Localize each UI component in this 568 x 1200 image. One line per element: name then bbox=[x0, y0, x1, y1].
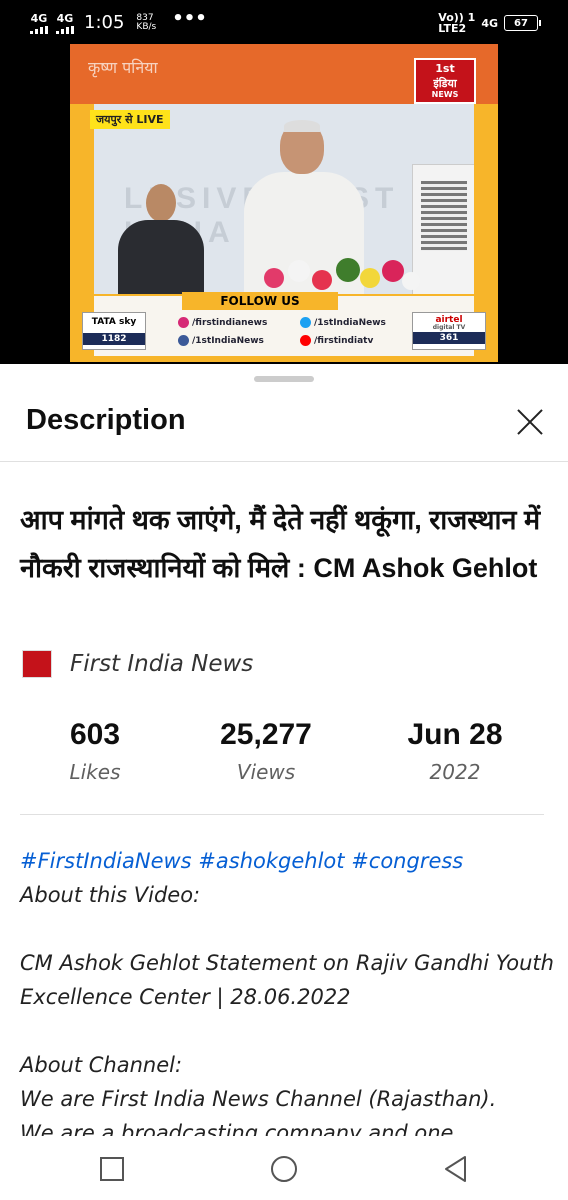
social-instagram: /firstindianews bbox=[192, 318, 268, 328]
divider bbox=[0, 461, 568, 462]
likes-label: Likes bbox=[69, 760, 121, 784]
sim1-label: 4G bbox=[30, 12, 48, 25]
date-stat: Jun 28 2022 bbox=[375, 718, 535, 784]
frame-brand-text: कृष्ण पनिया bbox=[88, 58, 158, 77]
status-bar: 4G 4G 1:05 837 KB/s ••• Vo)) 1 LTE2 4G 6… bbox=[0, 0, 568, 42]
signal-sim2-icon: 4G bbox=[56, 12, 74, 34]
twitter-icon bbox=[300, 317, 311, 328]
tata-sky-label: TATA sky bbox=[91, 317, 137, 327]
social-twitter: /1stIndiaNews bbox=[314, 318, 386, 328]
social-facebook: /1stIndiaNews bbox=[192, 336, 264, 346]
about-channel-label: About Channel: bbox=[20, 1053, 183, 1077]
airtel-sub: digital TV bbox=[432, 324, 466, 331]
network-type: 4G bbox=[481, 16, 498, 30]
description-body: #FirstIndiaNews #ashokgehlot #congress A… bbox=[20, 844, 560, 1150]
logo-line2: इंडिया bbox=[433, 77, 457, 90]
more-notifications-icon: ••• bbox=[172, 8, 207, 29]
channel-row[interactable]: First India News bbox=[22, 650, 253, 678]
tata-sky-number: 1182 bbox=[83, 333, 145, 345]
social-youtube: /firstindiatv bbox=[314, 336, 374, 346]
home-icon[interactable] bbox=[269, 1154, 299, 1184]
system-nav-bar bbox=[0, 1136, 568, 1200]
hashtag-link[interactable]: #FirstIndiaNews bbox=[20, 849, 192, 873]
hashtag-row: #FirstIndiaNews #ashokgehlot #congress bbox=[20, 844, 560, 878]
network-speed: 837 KB/s bbox=[136, 14, 156, 32]
person-left bbox=[118, 184, 204, 294]
drag-handle[interactable] bbox=[254, 376, 314, 382]
airtel-number: 361 bbox=[413, 332, 485, 344]
instagram-icon bbox=[178, 317, 189, 328]
views-label: Views bbox=[236, 760, 296, 784]
hashtag-link[interactable]: #congress bbox=[351, 849, 463, 873]
sheet-title: Description bbox=[26, 404, 186, 436]
volte-indicator: Vo)) 1 LTE2 bbox=[438, 12, 475, 34]
logo-line1: 1st bbox=[435, 62, 455, 75]
recents-icon[interactable] bbox=[97, 1154, 127, 1184]
social-col-right: /1stIndiaNews /firstindiatv bbox=[300, 314, 386, 350]
speed-unit: KB/s bbox=[136, 22, 157, 32]
back-icon[interactable] bbox=[441, 1154, 471, 1184]
social-col-left: /firstindianews /1stIndiaNews bbox=[178, 314, 267, 350]
close-icon[interactable] bbox=[512, 404, 548, 440]
battery-icon: 67 bbox=[504, 15, 541, 31]
clock: 1:05 bbox=[84, 12, 125, 33]
facebook-icon bbox=[178, 335, 189, 346]
youtube-icon bbox=[300, 335, 311, 346]
video-frame: कृष्ण पनिया 1st इंडिया NEWS LUSIVE FIRST… bbox=[70, 44, 498, 362]
logo-line3: NEWS bbox=[431, 90, 459, 99]
video-title: आप मांगते थक जाएंगे, मैं देते नहीं थकूंग… bbox=[20, 505, 541, 583]
statement-text: CM Ashok Gehlot Statement on Rajiv Gandh… bbox=[20, 951, 554, 1009]
video-scene: LUSIVE FIRST INDIA bbox=[94, 104, 474, 294]
follow-us-banner: FOLLOW US bbox=[182, 292, 338, 310]
divider bbox=[20, 814, 544, 815]
hashtag-link[interactable]: #ashokgehlot bbox=[198, 849, 344, 873]
flower-bouquet bbox=[254, 254, 424, 294]
views-count: 25,277 bbox=[220, 718, 312, 751]
channel-name[interactable]: First India News bbox=[70, 651, 253, 677]
channel-logo: 1st इंडिया NEWS bbox=[414, 58, 476, 104]
channel-avatar[interactable] bbox=[22, 650, 52, 678]
signal-sim1-icon: 4G bbox=[30, 12, 48, 34]
views-stat: 25,277 Views bbox=[186, 718, 346, 784]
video-player[interactable]: कृष्ण पनिया 1st इंडिया NEWS LUSIVE FIRST… bbox=[0, 42, 568, 364]
tata-sky-badge: TATA sky 1182 bbox=[82, 312, 146, 350]
about-video-label: About this Video: bbox=[20, 883, 201, 907]
channel-desc-line: We are First India News Channel (Rajasth… bbox=[20, 1087, 497, 1111]
stats-row: 603 Likes 25,277 Views Jun 28 2022 bbox=[0, 718, 568, 798]
airtel-badge: airtel digital TV 361 bbox=[412, 312, 486, 350]
upload-date: Jun 28 bbox=[407, 718, 503, 751]
battery-level: 67 bbox=[514, 17, 528, 29]
sim2-label: 4G bbox=[56, 12, 74, 25]
upload-year: 2022 bbox=[429, 760, 481, 784]
lte-label: LTE2 bbox=[438, 22, 467, 35]
live-tag: जयपुर से LIVE bbox=[90, 110, 170, 129]
description-sheet: Description आप मांगते थक जाएंगे, मैं देत… bbox=[0, 366, 568, 1200]
likes-stat: 603 Likes bbox=[15, 718, 175, 784]
likes-count: 603 bbox=[69, 718, 121, 751]
